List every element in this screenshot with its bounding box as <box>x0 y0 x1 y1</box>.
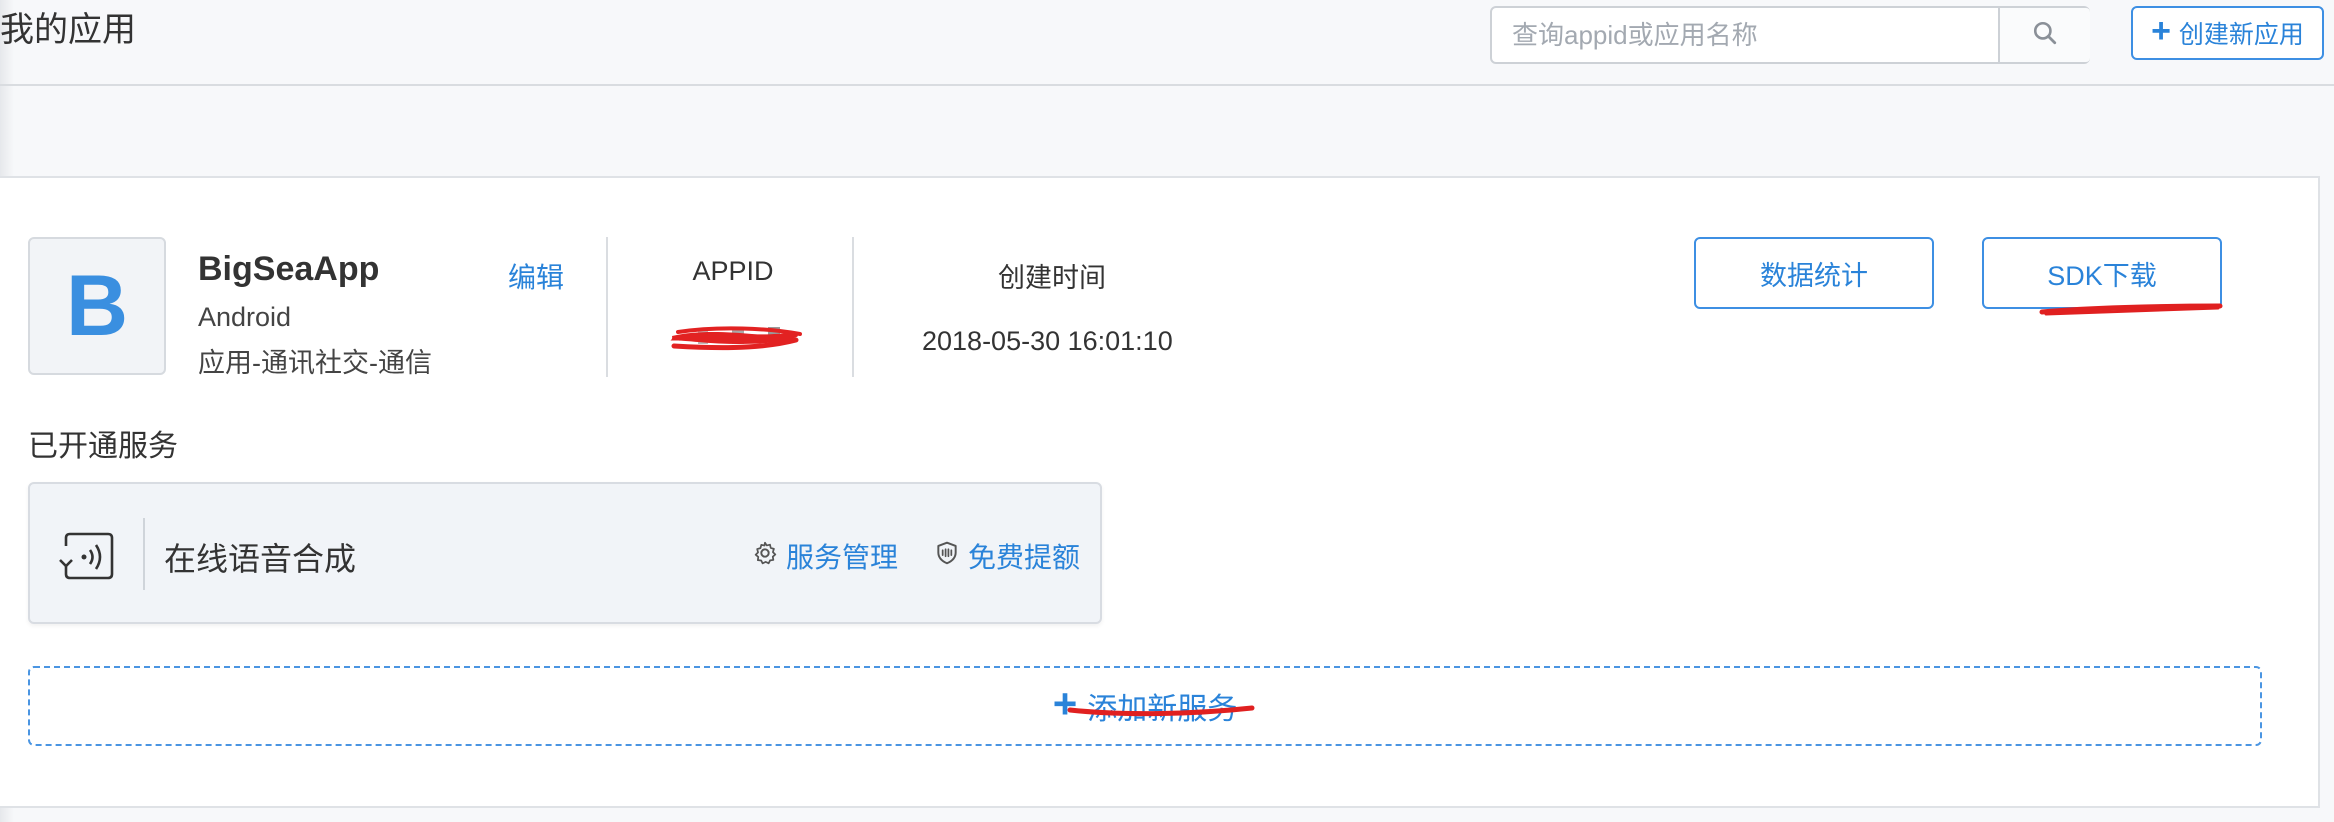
search-box <box>1490 6 2090 64</box>
data-stats-button[interactable]: 数据统计 <box>1694 237 1934 309</box>
plus-icon: + <box>2151 12 2171 50</box>
service-divider <box>143 518 145 590</box>
speech-synthesis-icon <box>58 526 118 591</box>
edit-link[interactable]: 编辑 <box>508 256 564 296</box>
add-service-red-underline <box>1066 702 1256 727</box>
shield-icon <box>934 540 960 573</box>
app-name: BigSeaApp <box>198 250 380 288</box>
app-avatar-letter: B <box>65 257 129 354</box>
create-app-label: 创建新应用 <box>2178 21 2304 49</box>
search-button[interactable] <box>1998 8 2090 62</box>
appid-redacted-scribble <box>668 322 802 363</box>
free-quota-label: 免费提额 <box>968 542 1081 573</box>
page-title: 我的应用 <box>0 11 136 49</box>
service-card: 在线语音合成 服务管理 免费提额 <box>28 482 1102 624</box>
app-avatar: B <box>28 237 166 375</box>
create-app-button[interactable]: + 创建新应用 <box>2131 6 2324 60</box>
app-platform: Android <box>198 302 292 332</box>
created-time-label: 创建时间 <box>998 263 1106 293</box>
header-divider <box>0 84 2334 86</box>
appid-label: APPID <box>692 256 774 286</box>
app-category: 应用-通讯社交-通信 <box>198 348 432 378</box>
data-stats-label: 数据统计 <box>1760 260 1868 291</box>
opened-services-title: 已开通服务 <box>28 430 178 463</box>
created-time-value: 2018-05-30 16:01:10 <box>922 326 1173 356</box>
sdk-red-underline <box>2038 300 2224 325</box>
search-input[interactable] <box>1492 8 1998 62</box>
sdk-download-button[interactable]: SDK下载 <box>1982 237 2222 309</box>
sdk-download-label: SDK下载 <box>2047 260 2157 291</box>
service-manage-link[interactable]: 服务管理 <box>752 536 898 576</box>
column-divider <box>852 237 854 377</box>
search-icon <box>2032 20 2058 51</box>
service-name: 在线语音合成 <box>164 541 357 577</box>
gear-icon <box>752 540 778 573</box>
service-manage-label: 服务管理 <box>786 542 899 573</box>
free-quota-link[interactable]: 免费提额 <box>934 536 1080 576</box>
